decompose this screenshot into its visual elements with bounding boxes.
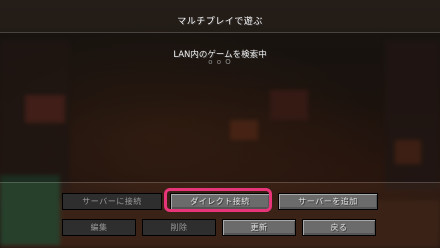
lan-scan-indicator: o o O (208, 58, 232, 66)
direct-connect-button[interactable]: ダイレクト接続 (170, 193, 270, 210)
background-block-green (0, 175, 60, 245)
screen-title: マルチプレイで遊ぶ (177, 17, 263, 27)
multiplayer-screen: マルチプレイで遊ぶ LAN内のゲームを検索中 o o O サーバーに接続 ダイレ… (0, 0, 440, 248)
add-server-button[interactable]: サーバーを追加 (278, 193, 378, 210)
list-separator-bottom (0, 182, 440, 183)
join-server-button[interactable]: サーバーに接続 (62, 193, 162, 210)
list-separator-top (0, 32, 440, 33)
delete-button[interactable]: 削除 (142, 219, 216, 236)
back-button[interactable]: 戻る (302, 219, 376, 236)
edit-button[interactable]: 編集 (62, 219, 136, 236)
refresh-button[interactable]: 更新 (222, 219, 296, 236)
